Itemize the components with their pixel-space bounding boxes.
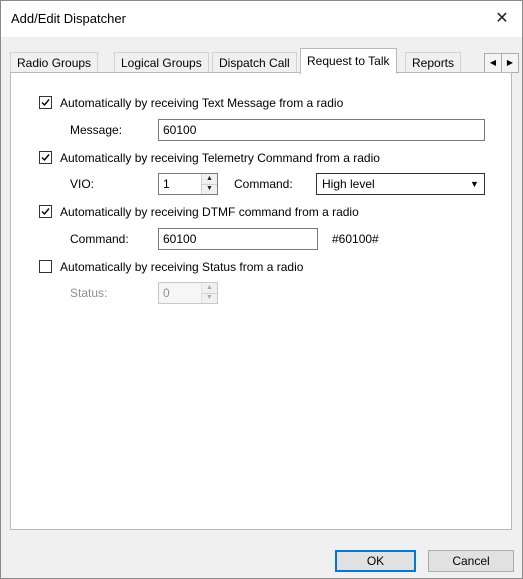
close-icon[interactable]: ✕ [482, 1, 522, 37]
message-input[interactable]: 60100 [158, 119, 485, 141]
dtmf-checkbox-label: Automatically by receiving DTMF command … [60, 205, 359, 219]
vio-stepper[interactable]: 1 ▲ ▼ [158, 173, 218, 195]
spin-down-icon[interactable]: ▼ [202, 184, 217, 194]
status-checkbox-label: Automatically by receiving Status from a… [60, 260, 304, 274]
dialog-window: Add/Edit Dispatcher ✕ Radio Groups Logic… [0, 0, 523, 579]
dtmf-checkbox[interactable] [39, 205, 52, 218]
dtmf-command-input[interactable]: 60100 [158, 228, 318, 250]
vio-stepper-arrows[interactable]: ▲ ▼ [201, 174, 217, 194]
cancel-button[interactable]: Cancel [428, 550, 514, 572]
dtmf-preview-text: #60100# [332, 232, 379, 246]
tab-logical-groups[interactable]: Logical Groups [114, 52, 209, 73]
checkmark-icon [41, 154, 50, 162]
status-checkbox[interactable] [39, 260, 52, 273]
checkmark-icon [41, 99, 50, 107]
telemetry-command-label: Command: [234, 177, 293, 191]
tab-request-to-talk[interactable]: Request to Talk [300, 48, 397, 74]
tab-scroll-right-icon[interactable]: ▶ [501, 53, 519, 73]
text-message-checkbox-label: Automatically by receiving Text Message … [60, 96, 344, 110]
tab-radio-groups[interactable]: Radio Groups [10, 52, 99, 73]
telemetry-command-value: High level [322, 177, 375, 191]
message-label: Message: [70, 123, 123, 137]
status-value: 0 [163, 286, 170, 300]
vio-label: VIO: [70, 177, 95, 191]
checkmark-icon [41, 208, 50, 216]
spin-down-icon: ▼ [206, 294, 213, 301]
dtmf-command-label: Command: [70, 232, 129, 246]
chevron-down-icon[interactable]: ▼ [467, 176, 482, 192]
status-stepper-arrows: ▲ ▼ [201, 283, 217, 303]
status-stepper: 0 ▲ ▼ [158, 282, 218, 304]
text-message-checkbox[interactable] [39, 96, 52, 109]
telemetry-checkbox[interactable] [39, 151, 52, 164]
title-bar: Add/Edit Dispatcher ✕ [1, 1, 522, 37]
tab-dispatch-call[interactable]: Dispatch Call [212, 52, 297, 73]
telemetry-checkbox-label: Automatically by receiving Telemetry Com… [60, 151, 380, 165]
ok-button[interactable]: OK [335, 550, 416, 572]
tab-reports[interactable]: Reports [405, 52, 462, 73]
status-label: Status: [70, 286, 108, 300]
telemetry-command-select[interactable]: High level ▼ [316, 173, 485, 195]
window-title: Add/Edit Dispatcher [11, 11, 126, 26]
tab-scroll-left-icon[interactable]: ◀ [484, 53, 502, 73]
vio-value: 1 [163, 177, 170, 191]
